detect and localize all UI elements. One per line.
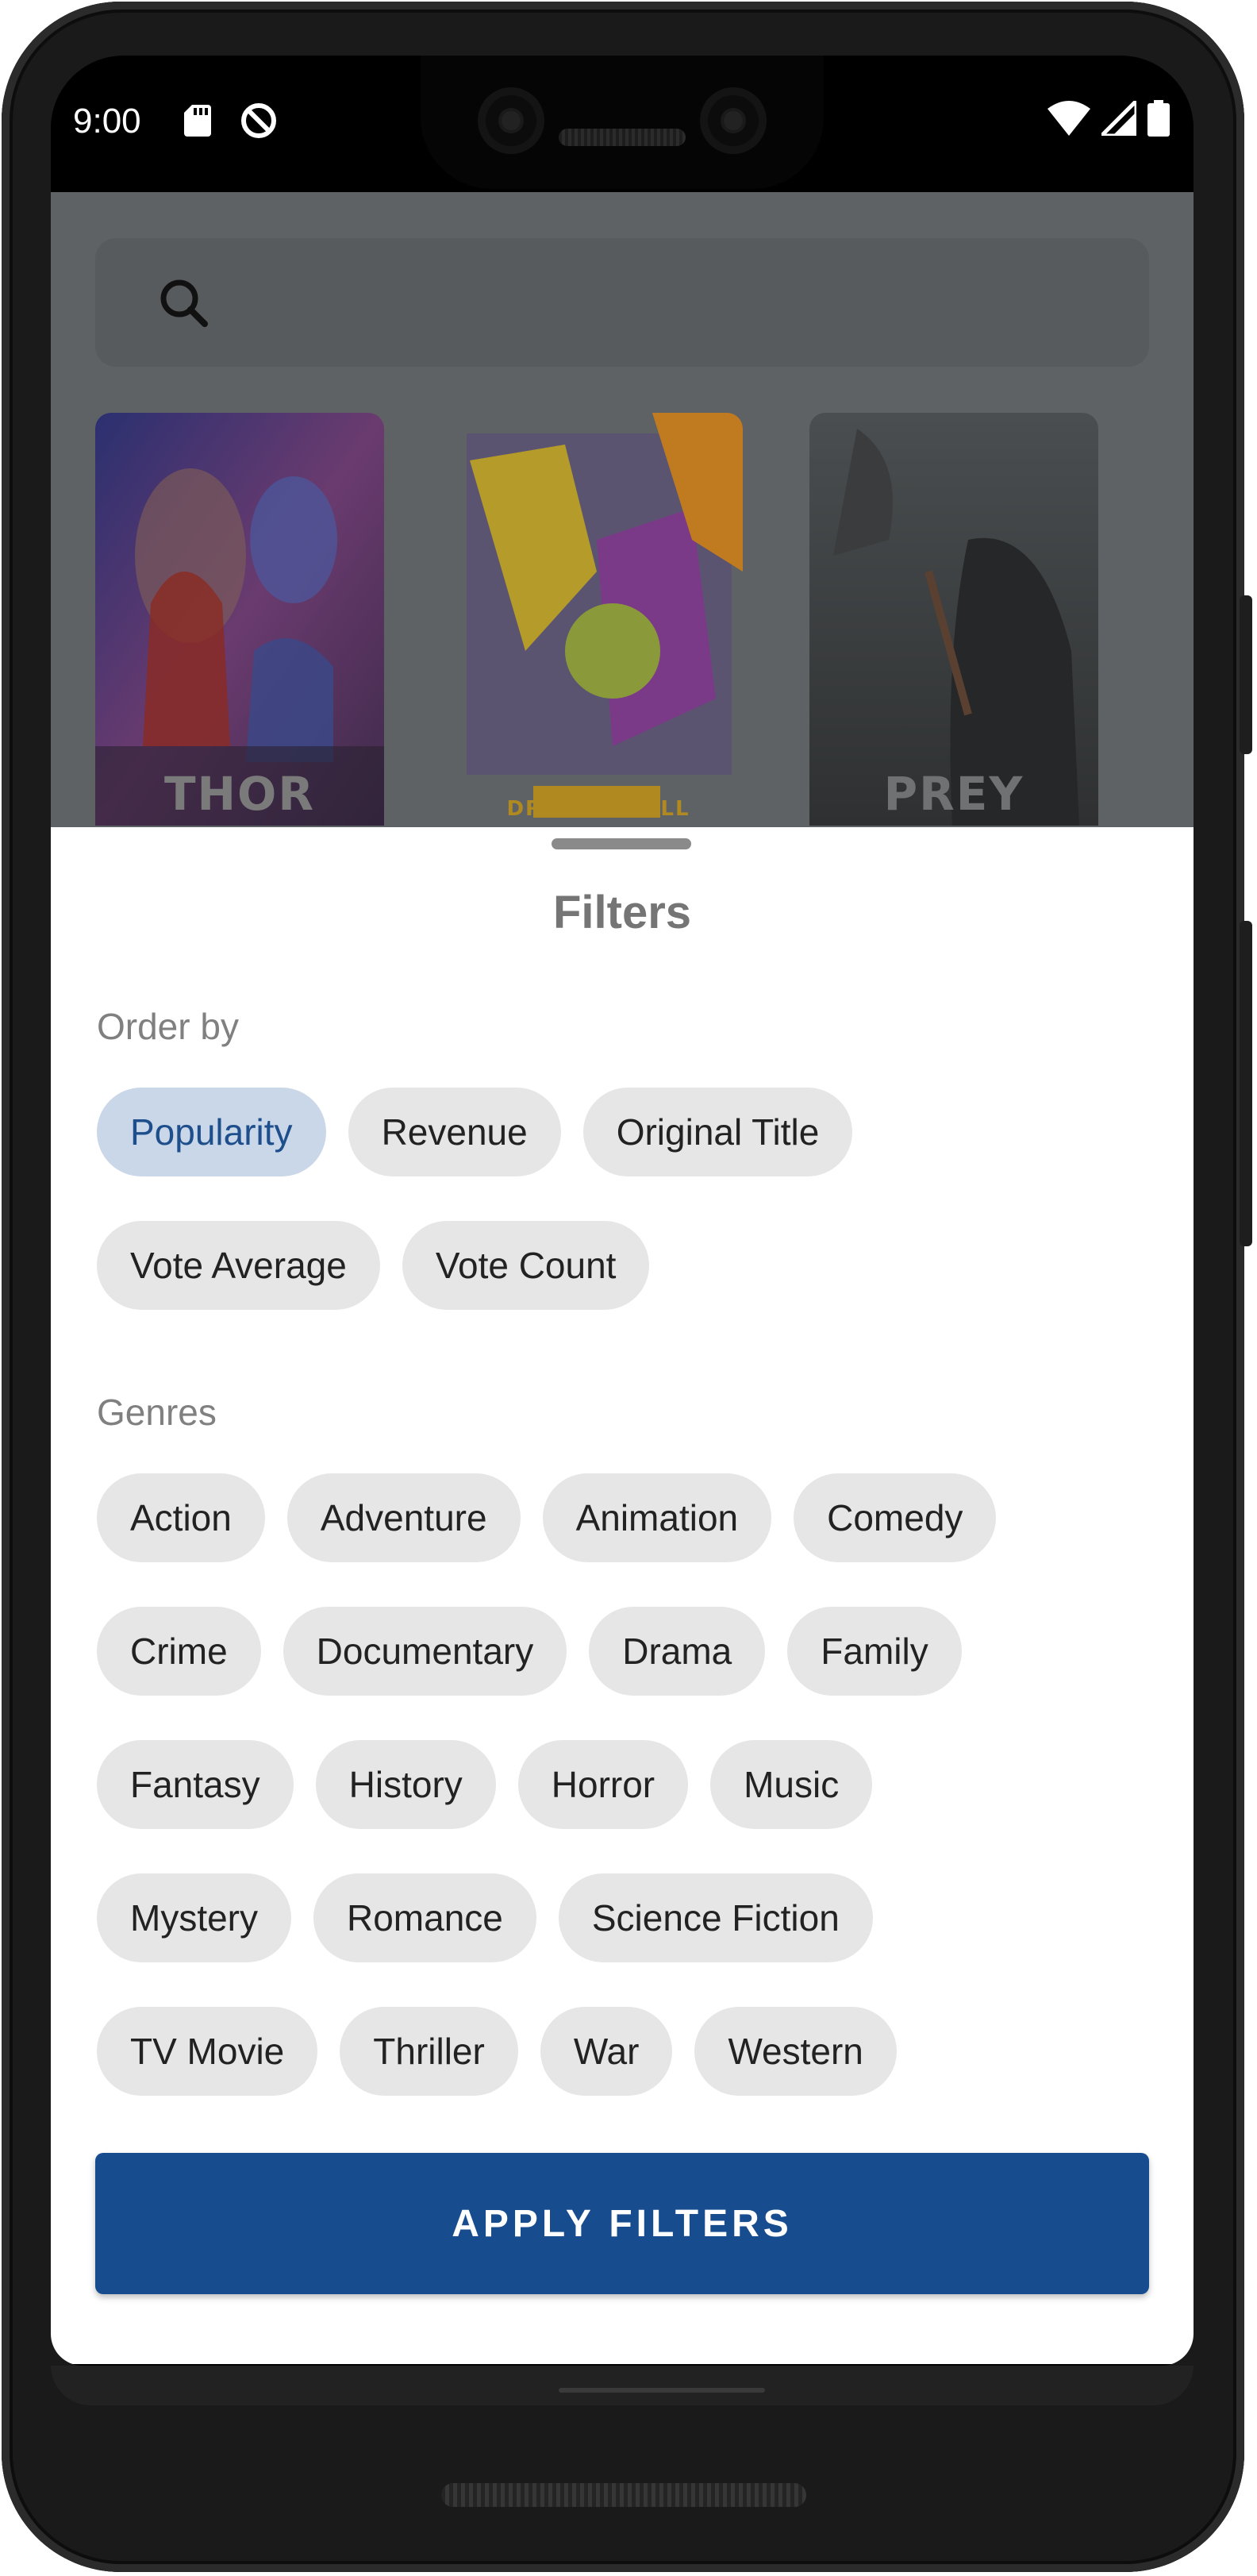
bottom-speaker (441, 2483, 806, 2507)
genres-row-3: Fantasy History Horror Music (97, 1740, 873, 1829)
chip-fantasy[interactable]: Fantasy (97, 1740, 294, 1829)
chip-crime[interactable]: Crime (97, 1607, 261, 1696)
chip-comedy[interactable]: Comedy (794, 1473, 997, 1562)
genres-row-4: Mystery Romance Science Fiction (97, 1873, 873, 1962)
chip-thriller[interactable]: Thriller (340, 2007, 518, 2096)
movie-poster-thor[interactable]: THOR (95, 413, 384, 826)
drag-handle[interactable] (552, 838, 691, 849)
front-camera-2 (700, 87, 767, 154)
search-bar[interactable] (95, 238, 1149, 367)
chip-revenue[interactable]: Revenue (348, 1088, 561, 1176)
order-by-label: Order by (97, 1006, 239, 1047)
order-by-row-2: Vote Average Vote Count (97, 1221, 650, 1310)
chip-documentary[interactable]: Documentary (283, 1607, 567, 1696)
front-camera (478, 87, 544, 154)
poster-title: THOR (163, 767, 316, 821)
genres-row-1: Action Adventure Animation Comedy (97, 1473, 997, 1562)
chip-horror[interactable]: Horror (517, 1740, 689, 1829)
search-icon (160, 279, 208, 327)
chip-music[interactable]: Music (710, 1740, 873, 1829)
chip-war[interactable]: War (540, 2007, 673, 2096)
chip-vote-count[interactable]: Vote Count (402, 1221, 650, 1310)
do-not-disturb-icon (241, 103, 276, 138)
battery-icon (1147, 100, 1170, 137)
chip-vote-average[interactable]: Vote Average (97, 1221, 380, 1310)
screen: 9:00 THOR DRAGON BALL PREY Filters Order… (51, 56, 1194, 2366)
volume-button (1240, 595, 1252, 754)
sheet-title: Filters (552, 887, 692, 938)
apply-filters-button[interactable]: APPLY FILTERS (95, 2153, 1149, 2294)
movie-poster-dragon-ball[interactable]: DRAGON BALL (454, 413, 743, 826)
order-by-row-1: Popularity Revenue Original Title (97, 1088, 853, 1176)
chip-western[interactable]: Western (694, 2007, 897, 2096)
poster-title: PREY (883, 767, 1024, 821)
chip-tv-movie[interactable]: TV Movie (97, 2007, 318, 2096)
earpiece-speaker (559, 129, 686, 146)
poster-title: DRAGON BALL (506, 797, 690, 821)
status-icons (1048, 100, 1170, 137)
filters-bottom-sheet: Filters Order by Popularity Revenue Orig… (51, 827, 1194, 2364)
chip-popularity[interactable]: Popularity (97, 1088, 326, 1176)
movie-poster-prey[interactable]: PREY (809, 413, 1098, 826)
chip-romance[interactable]: Romance (313, 1873, 536, 1962)
poster-art (809, 413, 1098, 826)
status-time: 9:00 (73, 102, 141, 141)
chip-original-title[interactable]: Original Title (582, 1088, 853, 1176)
movie-list-background: THOR DRAGON BALL PREY (51, 192, 1194, 827)
poster-art (454, 413, 743, 826)
navigation-bar (51, 2366, 1194, 2405)
chip-action[interactable]: Action (97, 1473, 265, 1562)
chip-family[interactable]: Family (787, 1607, 962, 1696)
power-button (1240, 921, 1252, 1246)
wifi-icon (1048, 101, 1090, 136)
genres-label: Genres (97, 1392, 217, 1433)
genres-row-5: TV Movie Thriller War Western (97, 2007, 897, 2096)
sd-card-icon (184, 105, 211, 137)
chip-science-fiction[interactable]: Science Fiction (558, 1873, 873, 1962)
genres-row-2: Crime Documentary Drama Family (97, 1607, 962, 1696)
cellular-signal-icon (1101, 101, 1136, 136)
poster-art (95, 413, 384, 826)
chip-drama[interactable]: Drama (589, 1607, 766, 1696)
chip-adventure[interactable]: Adventure (286, 1473, 521, 1562)
chip-mystery[interactable]: Mystery (97, 1873, 291, 1962)
gesture-pill[interactable] (559, 2388, 765, 2393)
notch (421, 56, 824, 189)
chip-history[interactable]: History (315, 1740, 496, 1829)
chip-animation[interactable]: Animation (542, 1473, 772, 1562)
